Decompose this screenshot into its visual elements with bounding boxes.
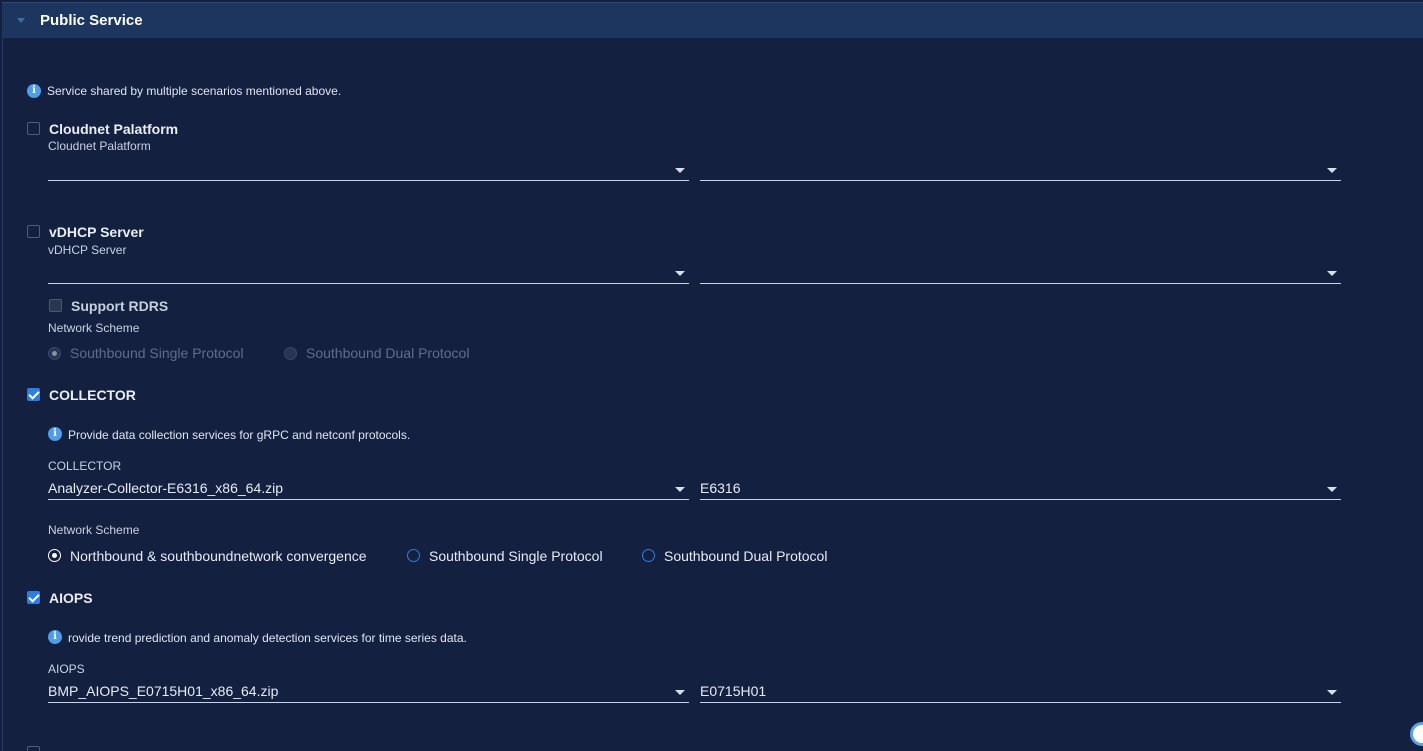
next-section-checkbox[interactable] <box>27 746 40 751</box>
rdrs-radio-southbound-single-label: Southbound Single Protocol <box>70 345 244 361</box>
chevron-down-icon <box>1327 168 1337 173</box>
cloudnet-version-select[interactable] <box>700 159 1341 181</box>
rdrs-radio-southbound-single[interactable] <box>48 347 61 360</box>
chevron-down-icon <box>675 271 685 276</box>
chevron-down-icon <box>1327 271 1337 276</box>
collector-radio-southbound-single[interactable] <box>407 549 420 562</box>
aiops-package-select[interactable]: BMP_AIOPS_E0715H01_x86_64.zip <box>48 681 689 703</box>
rdrs-radio-southbound-dual[interactable] <box>284 347 297 360</box>
collector-title: COLLECTOR <box>49 387 136 403</box>
chevron-down-icon <box>675 690 685 695</box>
panel-left-border <box>2 38 3 751</box>
chevron-down-icon <box>1327 487 1337 492</box>
cloudnet-title: Cloudnet Palatform <box>49 121 179 137</box>
rdrs-radio-southbound-dual-label: Southbound Dual Protocol <box>306 345 470 361</box>
vdhcp-title: vDHCP Server <box>49 224 144 240</box>
collector-radio-southbound-dual[interactable] <box>642 549 655 562</box>
support-rdrs-title: Support RDRS <box>71 298 169 314</box>
collector-version-value: E6316 <box>700 480 741 496</box>
vdhcp-version-select[interactable] <box>700 262 1341 284</box>
aiops-checkbox[interactable] <box>27 591 40 604</box>
cloudnet-package-select[interactable] <box>48 159 689 181</box>
collector-radio-southbound-dual-label: Southbound Dual Protocol <box>664 548 828 564</box>
aiops-title: AIOPS <box>49 590 93 606</box>
collector-radio-southbound-single-label: Southbound Single Protocol <box>429 548 603 564</box>
info-icon: i <box>48 630 62 644</box>
rdrs-network-scheme-label: Network Scheme <box>48 321 140 335</box>
collector-package-select[interactable]: Analyzer-Collector-E6316_x86_64.zip <box>48 478 689 500</box>
collector-package-value: Analyzer-Collector-E6316_x86_64.zip <box>48 480 284 496</box>
help-badge-icon[interactable] <box>1410 722 1423 746</box>
support-rdrs-checkbox[interactable] <box>49 299 62 312</box>
chevron-down-icon <box>675 168 685 173</box>
cloudnet-checkbox[interactable] <box>27 122 40 135</box>
collapse-arrow-icon[interactable] <box>17 18 25 23</box>
collector-checkbox[interactable] <box>27 388 40 401</box>
chevron-down-icon <box>1327 690 1337 695</box>
info-icon: i <box>48 427 62 441</box>
collector-version-select[interactable]: E6316 <box>700 478 1341 500</box>
cloudnet-label: Cloudnet Palatform <box>48 139 151 153</box>
collector-radio-convergence-label: Northbound & southboundnetwork convergen… <box>70 548 367 564</box>
collector-label: COLLECTOR <box>48 459 122 473</box>
collector-radio-convergence[interactable] <box>48 549 61 562</box>
panel-header[interactable]: Public Service <box>2 2 1423 38</box>
panel-info-text: Service shared by multiple scenarios men… <box>47 84 342 98</box>
aiops-version-select[interactable]: E0715H01 <box>700 681 1341 703</box>
aiops-package-value: BMP_AIOPS_E0715H01_x86_64.zip <box>48 683 279 699</box>
chevron-down-icon <box>675 487 685 492</box>
aiops-info-text: rovide trend prediction and anomaly dete… <box>68 631 467 645</box>
collector-network-scheme-label: Network Scheme <box>48 523 140 537</box>
panel-title: Public Service <box>40 12 143 29</box>
aiops-label: AIOPS <box>48 662 85 676</box>
public-service-page: Public Service i Service shared by multi… <box>0 0 1423 751</box>
vdhcp-checkbox[interactable] <box>27 225 40 238</box>
vdhcp-label: vDHCP Server <box>48 243 127 257</box>
aiops-version-value: E0715H01 <box>700 683 767 699</box>
info-icon: i <box>27 84 41 98</box>
collector-info-text: Provide data collection services for gRP… <box>68 428 411 442</box>
vdhcp-package-select[interactable] <box>48 262 689 284</box>
